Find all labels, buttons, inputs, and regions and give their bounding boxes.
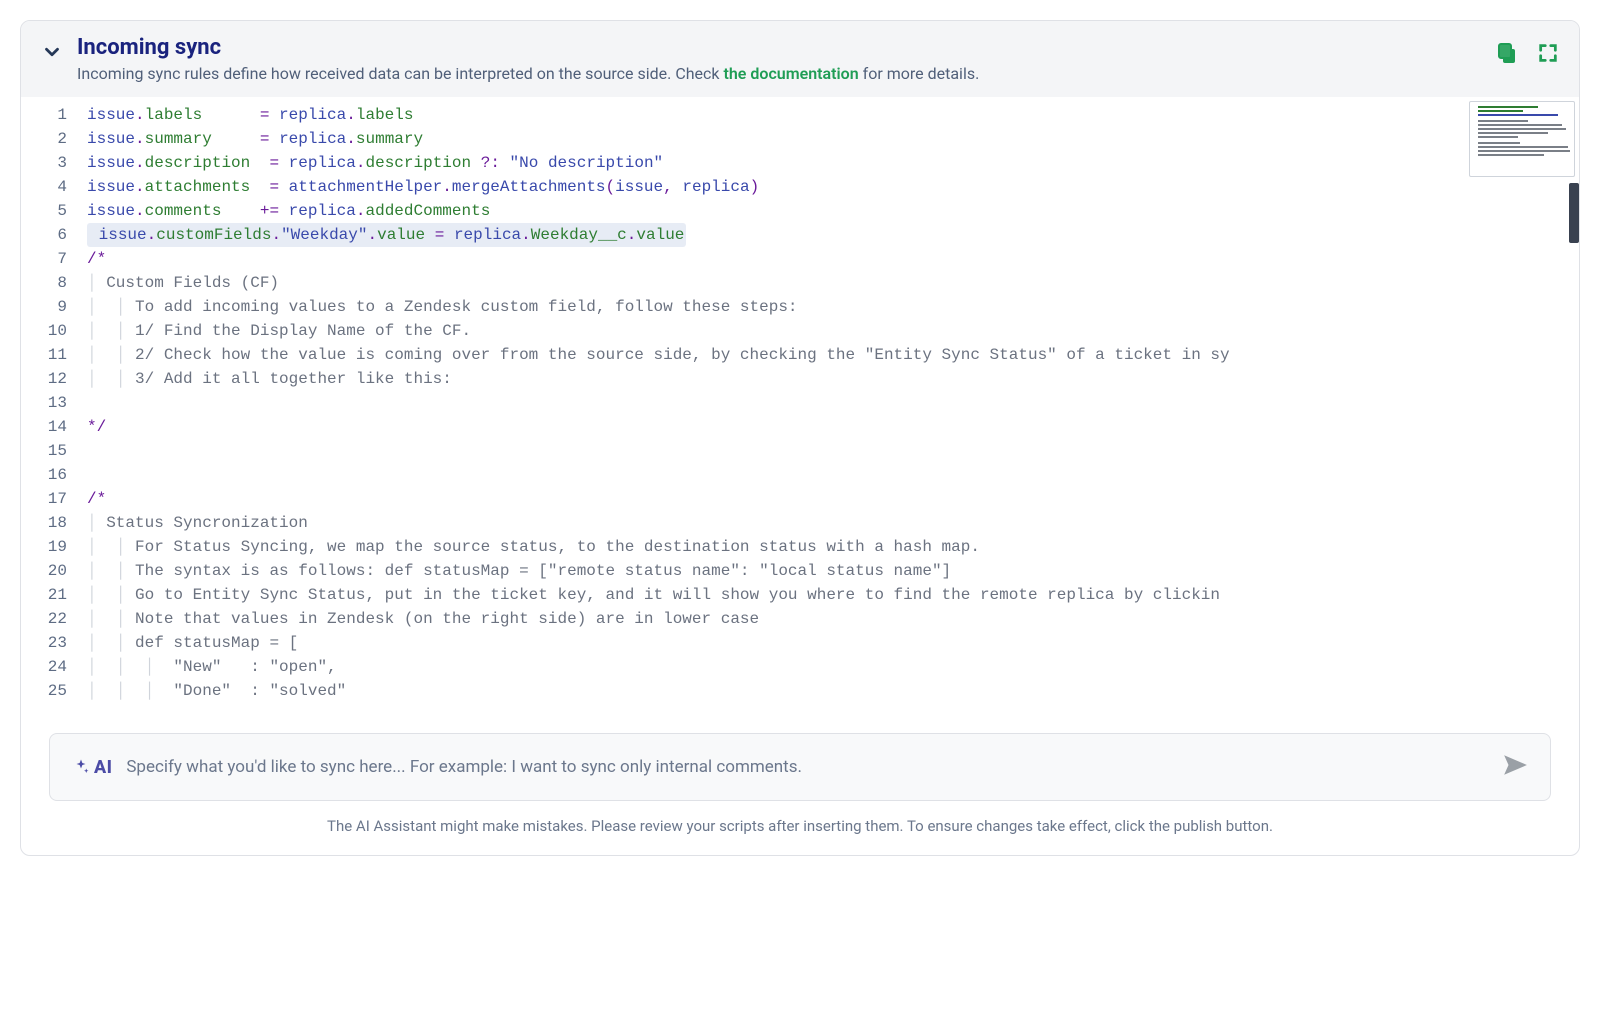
ai-assistant-area: AI Specify what you'd like to sync here.…: [21, 707, 1579, 855]
code-line[interactable]: issue.comments += replica.addedComments: [87, 199, 1579, 223]
code-line[interactable]: │ │ The syntax is as follows: def status…: [87, 559, 1579, 583]
line-number: 2: [21, 127, 87, 151]
code-line[interactable]: [87, 439, 1579, 463]
line-number: 3: [21, 151, 87, 175]
line-number: 13: [21, 391, 87, 415]
code-line[interactable]: issue.attachments = attachmentHelper.mer…: [87, 175, 1579, 199]
line-number: 23: [21, 631, 87, 655]
ai-input-placeholder: Specify what you'd like to sync here... …: [126, 757, 1488, 777]
send-button[interactable]: [1502, 752, 1528, 782]
line-number: 16: [21, 463, 87, 487]
copy-icon: [1495, 41, 1519, 65]
line-number: 1: [21, 103, 87, 127]
documentation-link[interactable]: the documentation: [724, 64, 859, 83]
ai-disclaimer: The AI Assistant might make mistakes. Pl…: [49, 817, 1551, 835]
sparkle-icon: [72, 758, 90, 776]
code-editor[interactable]: 1234567891011121314151617181920212223242…: [21, 97, 1579, 707]
panel-header: Incoming sync Incoming sync rules define…: [21, 21, 1579, 97]
code-line[interactable]: [87, 391, 1579, 415]
code-line[interactable]: issue.summary = replica.summary: [87, 127, 1579, 151]
line-number: 22: [21, 607, 87, 631]
send-icon: [1502, 752, 1528, 778]
code-line[interactable]: /*: [87, 247, 1579, 271]
line-number: 14: [21, 415, 87, 439]
line-number: 5: [21, 199, 87, 223]
line-number: 17: [21, 487, 87, 511]
fullscreen-icon: [1537, 42, 1559, 64]
ai-badge: AI: [72, 757, 112, 778]
code-line[interactable]: │ │ def statusMap = [: [87, 631, 1579, 655]
code-line[interactable]: [87, 463, 1579, 487]
line-number-gutter: 1234567891011121314151617181920212223242…: [21, 97, 87, 707]
line-number: 11: [21, 343, 87, 367]
code-line[interactable]: │ │ Go to Entity Sync Status, put in the…: [87, 583, 1579, 607]
line-number: 24: [21, 655, 87, 679]
code-line[interactable]: │ │ │ "Done" : "solved": [87, 679, 1579, 703]
line-number: 18: [21, 511, 87, 535]
code-line[interactable]: │ │ │ "New" : "open",: [87, 655, 1579, 679]
code-line[interactable]: │ │ 3/ Add it all together like this:: [87, 367, 1579, 391]
chevron-down-icon: [41, 41, 63, 63]
line-number: 15: [21, 439, 87, 463]
scrollbar-thumb[interactable]: [1569, 183, 1579, 243]
line-number: 12: [21, 367, 87, 391]
code-line[interactable]: │ │ 1/ Find the Display Name of the CF.: [87, 319, 1579, 343]
ai-input-box[interactable]: AI Specify what you'd like to sync here.…: [49, 733, 1551, 801]
code-line[interactable]: │ │ For Status Syncing, we map the sourc…: [87, 535, 1579, 559]
line-number: 25: [21, 679, 87, 703]
code-area[interactable]: issue.labels = replica.labelsissue.summa…: [87, 97, 1579, 707]
code-line[interactable]: issue.labels = replica.labels: [87, 103, 1579, 127]
code-line[interactable]: │ │ Note that values in Zendesk (on the …: [87, 607, 1579, 631]
code-line[interactable]: │ Custom Fields (CF): [87, 271, 1579, 295]
fullscreen-button[interactable]: [1537, 42, 1559, 64]
line-number: 10: [21, 319, 87, 343]
line-number: 21: [21, 583, 87, 607]
code-line[interactable]: issue.customFields."Weekday".value = rep…: [87, 223, 1579, 247]
code-line[interactable]: /*: [87, 487, 1579, 511]
code-line[interactable]: */: [87, 415, 1579, 439]
incoming-sync-panel: Incoming sync Incoming sync rules define…: [20, 20, 1580, 856]
code-line[interactable]: │ │ To add incoming values to a Zendesk …: [87, 295, 1579, 319]
code-line[interactable]: issue.description = replica.description …: [87, 151, 1579, 175]
minimap[interactable]: [1469, 101, 1575, 177]
code-line[interactable]: │ │ 2/ Check how the value is coming ove…: [87, 343, 1579, 367]
line-number: 19: [21, 535, 87, 559]
line-number: 20: [21, 559, 87, 583]
collapse-button[interactable]: [41, 41, 63, 67]
code-line[interactable]: │ Status Syncronization: [87, 511, 1579, 535]
copy-button[interactable]: [1495, 41, 1519, 65]
line-number: 9: [21, 295, 87, 319]
line-number: 6: [21, 223, 87, 247]
line-number: 4: [21, 175, 87, 199]
panel-subtitle: Incoming sync rules define how received …: [77, 64, 1481, 83]
line-number: 7: [21, 247, 87, 271]
line-number: 8: [21, 271, 87, 295]
panel-title: Incoming sync: [77, 35, 1481, 60]
